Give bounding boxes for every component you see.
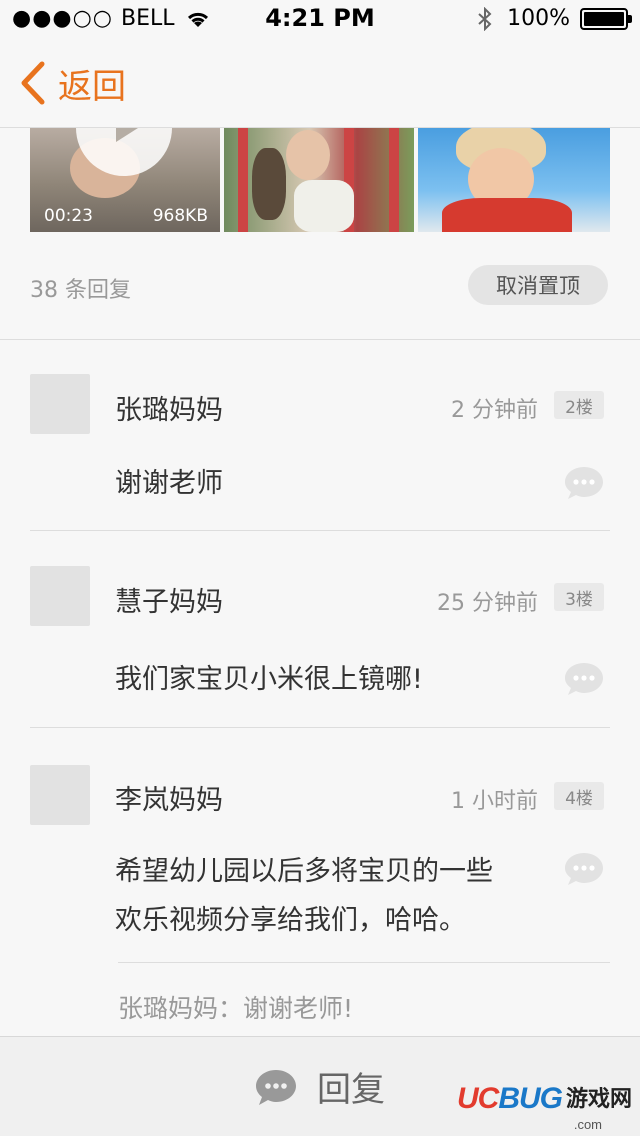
back-label: 返回 <box>58 66 126 107</box>
unpin-button[interactable]: 取消置顶 <box>468 265 608 305</box>
floor-badge: 2楼 <box>554 391 604 419</box>
avatar[interactable] <box>30 765 90 825</box>
watermark-brand: UCBUG <box>456 1082 563 1115</box>
photo-thumbnail[interactable] <box>224 128 414 232</box>
bluetooth-icon <box>478 6 492 31</box>
avatar[interactable] <box>30 374 90 434</box>
status-right: 100% <box>477 6 632 31</box>
comment-list: 张璐妈妈 2 分钟前 2楼 谢谢老师 慧子妈妈 25 分钟前 3楼 我们家宝贝小… <box>0 340 640 1036</box>
battery-icon <box>580 7 632 30</box>
comment-time: 25 分钟前 <box>437 591 538 616</box>
navigation-bar: 返回 <box>0 40 640 128</box>
reply-count: 38 条回复 <box>30 278 131 303</box>
floor-badge: 4楼 <box>554 782 604 810</box>
reply-button[interactable]: 回复 UCBUG 游戏网 .com <box>0 1036 640 1136</box>
media-gallery: 00:23 968KB <box>30 128 610 232</box>
chevron-left-icon <box>21 61 45 105</box>
commenter-name[interactable]: 李岚妈妈 <box>115 778 223 817</box>
comment-text: 谢谢老师 <box>115 468 223 499</box>
comment-item: 张璐妈妈 2 分钟前 2楼 谢谢老师 <box>0 340 640 531</box>
comment-item: 慧子妈妈 25 分钟前 3楼 我们家宝贝小米很上镜哪! <box>0 530 640 728</box>
battery-percentage: 100% <box>507 6 570 31</box>
thread-content[interactable]: 00:23 968KB 38 条回复 取消置顶 张璐妈妈 2 分钟前 2楼 谢谢… <box>0 128 640 1036</box>
back-button[interactable]: 返回 <box>18 58 126 108</box>
reply-label: 回复 <box>317 1070 385 1110</box>
video-thumbnail[interactable]: 00:23 968KB <box>30 128 220 232</box>
avatar[interactable] <box>30 566 90 626</box>
comment-time: 1 小时前 <box>451 789 538 814</box>
status-bar: ●●●○○ BELL 4:21 PM 100% <box>0 0 640 40</box>
video-size: 968KB <box>152 206 208 226</box>
comment-text-line: 希望幼儿园以后多将宝贝的一些 <box>115 856 493 887</box>
nested-reply[interactable]: 张璐妈妈：谢谢老师! <box>118 989 353 1025</box>
watermark-cn: 游戏网 <box>565 1086 632 1112</box>
comment-text: 我们家宝贝小米很上镜哪! <box>115 664 423 695</box>
comment-time: 2 分钟前 <box>451 398 538 423</box>
reply-bubble-icon[interactable] <box>564 661 604 697</box>
comment-text-line: 欢乐视频分享给我们，哈哈。 <box>115 905 466 936</box>
floor-badge: 3楼 <box>554 583 604 611</box>
reply-bubble-icon[interactable] <box>564 465 604 501</box>
watermark-logo: UCBUG 游戏网 .com <box>456 1081 632 1132</box>
reply-bubble-icon[interactable] <box>564 851 604 887</box>
divider <box>118 962 610 963</box>
video-duration: 00:23 <box>44 206 93 226</box>
watermark-domain: .com <box>573 1117 602 1132</box>
photo-thumbnail[interactable] <box>418 128 610 232</box>
reply-bubble-icon <box>256 1069 296 1105</box>
comment-item: 李岚妈妈 1 小时前 4楼 希望幼儿园以后多将宝贝的一些 欢乐视频分享给我们，哈… <box>0 727 640 1036</box>
commenter-name[interactable]: 慧子妈妈 <box>115 580 223 619</box>
commenter-name[interactable]: 张璐妈妈 <box>115 388 223 427</box>
